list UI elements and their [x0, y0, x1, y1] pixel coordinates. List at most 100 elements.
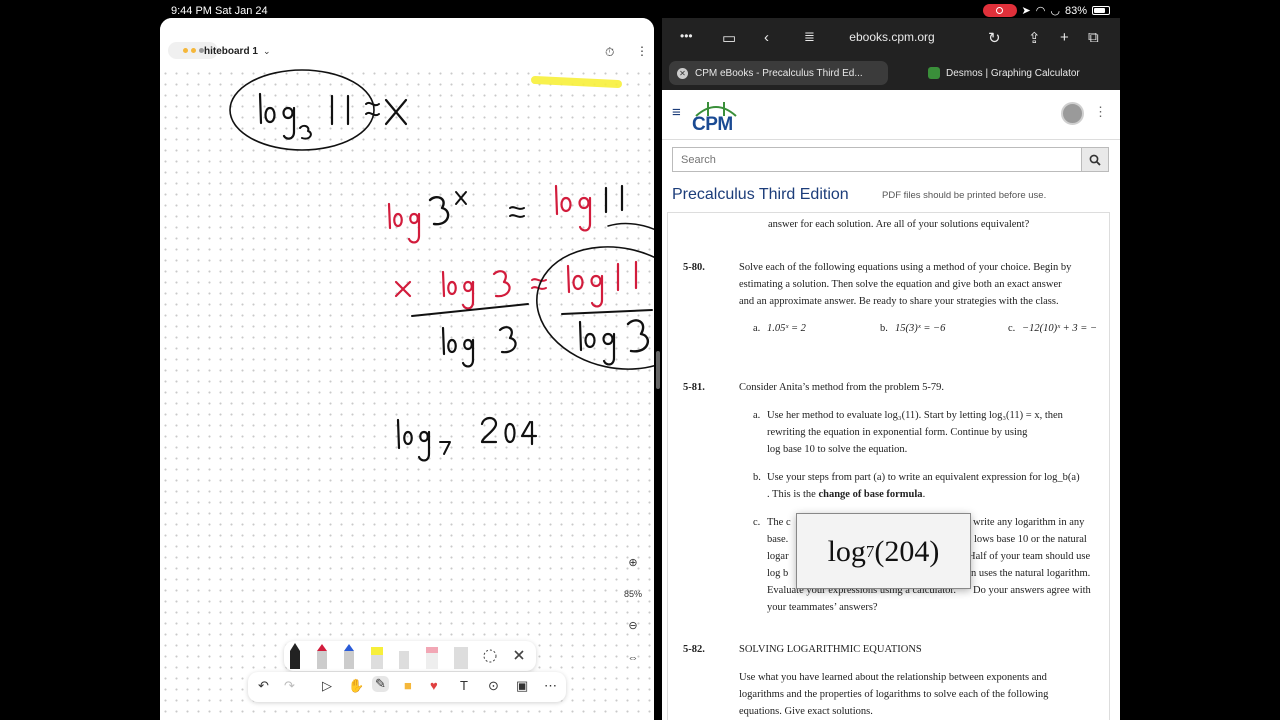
kebab-menu-icon[interactable]: ⋮ [1094, 104, 1107, 120]
search-input[interactable] [672, 147, 1082, 172]
zoom-level[interactable]: 85% [624, 589, 642, 599]
zoom-in-icon[interactable]: ⊕ [628, 556, 637, 569]
pen-palette [284, 641, 536, 671]
zoom-out-icon[interactable]: ⊖ [628, 619, 637, 632]
fraction-bar-2 [561, 309, 653, 315]
safari-app: ••• ▭ ‹ ≣ ebooks.cpm.org ↻ ⇪ + ⧉ ✕ CPM e… [662, 18, 1120, 720]
log-black-4 [396, 418, 431, 462]
pencil-icon [399, 651, 409, 669]
more-tools-icon[interactable]: ⋯ [544, 678, 557, 694]
previous-problem-tail: answer for each solution. Are all of you… [768, 219, 1030, 230]
tab-cpm-ebooks[interactable]: ✕ CPM eBooks - Precalculus Third Ed... [669, 61, 888, 85]
top-x-stroke [384, 98, 408, 126]
exponent-x-stroke [455, 191, 467, 205]
reader-icon[interactable]: ≣ [804, 29, 815, 45]
hand-icon[interactable]: ✋ [348, 678, 364, 694]
share-icon[interactable]: ⇪ [1028, 29, 1041, 47]
pdf-note: PDF files should be printed before use. [882, 190, 1047, 201]
sidebar-icon[interactable]: ▭ [722, 29, 736, 47]
address-bar[interactable]: ebooks.cpm.org [822, 30, 962, 44]
undo-icon[interactable]: ↶ [258, 678, 269, 694]
zoom-controls: ⊕ 85% ⊖ ⇔ [618, 556, 648, 664]
fraction-bar-1 [411, 303, 529, 317]
tab-desmos[interactable]: Desmos | Graphing Calculator [902, 61, 1112, 85]
tab-bar: ✕ CPM eBooks - Precalculus Third Ed... D… [662, 58, 1120, 90]
freeform-toolbar: hiteboard 1 ⌄ ⏱ ⋮ [160, 18, 654, 68]
log-red-1 [387, 202, 421, 244]
shape-heart-icon[interactable]: ♥ [430, 678, 438, 693]
search-icon [1089, 154, 1101, 166]
equals-2-stroke [509, 206, 525, 218]
battery-icon [1092, 6, 1110, 15]
screen-recording-icon[interactable] [982, 4, 1017, 17]
search-button[interactable] [1081, 147, 1109, 172]
desmos-favicon-icon [928, 67, 940, 79]
log-black-denom-2 [578, 320, 616, 366]
freeform-app: hiteboard 1 ⌄ ⏱ ⋮ ⊕ 85% ⊖ ⇔ ↶ ↷ ▷ ✋ ✎ ■ … [160, 18, 654, 720]
back-icon[interactable]: ‹ [764, 29, 769, 46]
lasso-icon [483, 649, 497, 663]
timer-icon[interactable]: ⏱ [605, 45, 614, 60]
eleven-2-stroke [604, 184, 624, 214]
location-icon: ➤ [1021, 5, 1031, 17]
number-204-stroke [480, 416, 538, 446]
pen-tool-icon[interactable]: ✎ [372, 676, 389, 692]
cpm-header: ≡ CPM ⋮ [662, 90, 1120, 140]
sub7-stroke [439, 441, 451, 455]
cpm-logo-text[interactable]: CPM [692, 114, 733, 136]
redo-icon[interactable]: ↷ [284, 678, 295, 694]
safari-toolbar: ••• ▭ ‹ ≣ ebooks.cpm.org ↻ ⇪ + ⧉ ✕ CPM e… [662, 18, 1120, 90]
top-equals-stroke [365, 101, 380, 117]
ipad-screen: 9:44 PM Sat Jan 24 ➤ ◠ ◡ 83% hiteboard 1… [160, 0, 1120, 720]
wifi-icon: ◠ [1035, 5, 1046, 17]
pen-black-icon [290, 643, 300, 669]
equation-c: −12(10)ˣ + 3 = − [1022, 323, 1098, 334]
log-black-denom-1 [441, 326, 475, 368]
headphones-icon: ◡ [1050, 5, 1060, 17]
avatar[interactable] [1061, 102, 1084, 125]
status-time: 9:44 PM Sat Jan 24 [171, 5, 268, 17]
search-bar [672, 147, 1109, 172]
media-icon[interactable]: ▣ [516, 678, 528, 694]
problem-5-82-number: 5-82. [683, 644, 705, 655]
split-view-divider[interactable] [654, 18, 662, 720]
fit-width-icon[interactable]: ⇔ [628, 652, 639, 664]
problem-5-81-number: 5-81. [683, 382, 705, 393]
log-red-2 [554, 184, 592, 232]
freeform-tools: ↶ ↷ ▷ ✋ ✎ ■ ♥ T ⊙ ▣ ⋯ [248, 672, 566, 702]
select-icon[interactable]: ▷ [322, 678, 332, 694]
circle-stroke-big [536, 246, 654, 370]
top-log-stroke [258, 92, 296, 140]
handwriting-canvas[interactable] [160, 68, 654, 720]
three-stroke [428, 196, 450, 226]
pen-red-icon [317, 644, 327, 669]
arc-stroke [607, 222, 654, 231]
tabs-icon[interactable]: ⧉ [1088, 29, 1099, 46]
new-tab-icon[interactable]: + [1060, 29, 1069, 46]
problem-5-80-number: 5-80. [683, 262, 705, 273]
three-denom-1 [498, 326, 517, 354]
ebook-content: answer for each solution. Are all of you… [667, 212, 1110, 720]
shapes-icon[interactable]: ⊙ [488, 678, 499, 694]
board-title[interactable]: hiteboard 1 [204, 46, 258, 57]
top-11-stroke [330, 94, 350, 126]
reload-icon[interactable]: ↻ [988, 29, 1001, 47]
x-red-stroke [394, 280, 412, 298]
three-denom-2 [626, 319, 650, 353]
math-zoom-popup[interactable]: log 7 (204) [796, 513, 971, 589]
pen-blue-icon [344, 644, 354, 669]
chevron-down-icon[interactable]: ⌄ [263, 46, 271, 57]
sticky-note-icon[interactable]: ■ [404, 678, 412, 693]
problem-5-82-heading: SOLVING LOGARITHMIC EQUATIONS [739, 644, 922, 655]
text-icon[interactable]: T [460, 678, 468, 693]
eraser-icon [426, 647, 438, 669]
status-bar: 9:44 PM Sat Jan 24 ➤ ◠ ◡ 83% [160, 0, 1120, 20]
more-icon[interactable]: ⋮ [636, 44, 648, 58]
ruler-icon [454, 647, 468, 669]
highlight-stroke [531, 76, 622, 88]
close-tab-icon[interactable]: ✕ [677, 67, 688, 79]
more-dots-icon[interactable]: ••• [680, 29, 693, 43]
log-red-3 [441, 270, 475, 310]
page-title: Precalculus Third Edition [672, 186, 849, 203]
menu-icon[interactable]: ≡ [672, 104, 681, 121]
